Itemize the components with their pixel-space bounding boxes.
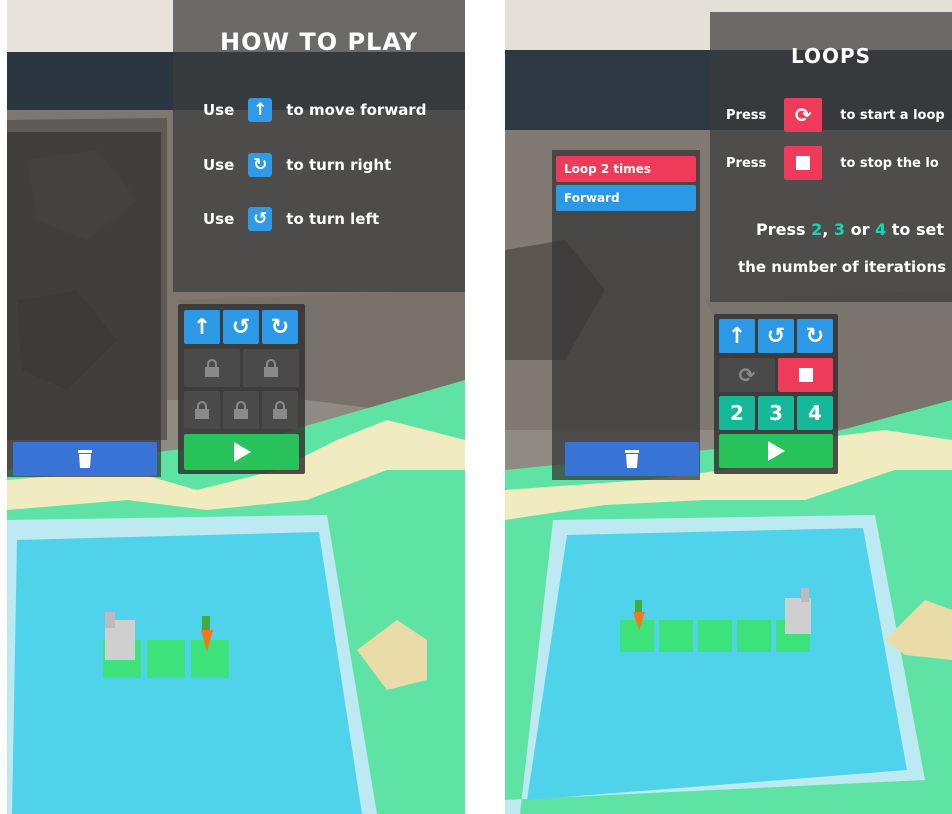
loop-icon: ⟳ bbox=[784, 98, 823, 132]
turn-right-icon: ↻ bbox=[805, 323, 825, 349]
instruction-row-stop-loop: Press to stop the lo bbox=[726, 146, 939, 180]
instruction-text: to move forward bbox=[286, 101, 427, 119]
hint-text: or bbox=[845, 220, 876, 239]
card-title: LOOPS bbox=[790, 44, 872, 68]
arrow-up-icon: ↑ bbox=[192, 314, 212, 340]
locked-slot bbox=[243, 349, 299, 387]
stop-icon bbox=[784, 146, 823, 180]
instruction-text: to stop the lo bbox=[840, 155, 939, 171]
loop-icon: ⟳ bbox=[738, 363, 756, 387]
play-icon bbox=[768, 441, 785, 461]
iterations-4-button[interactable]: 4 bbox=[797, 396, 833, 430]
iterations-3-button[interactable]: 3 bbox=[758, 396, 794, 430]
trash-button[interactable] bbox=[13, 442, 157, 476]
forward-button[interactable]: ↑ bbox=[184, 310, 220, 344]
instruction-row-forward: Use ↑ to move forward bbox=[203, 98, 426, 122]
turn-left-icon: ↺ bbox=[766, 323, 786, 349]
stop-loop-button[interactable] bbox=[778, 358, 833, 392]
lock-icon bbox=[205, 359, 219, 377]
instruction-row-turn-left: Use ↺ to turn left bbox=[203, 207, 379, 231]
run-button[interactable] bbox=[719, 434, 833, 468]
lock-icon bbox=[273, 401, 287, 419]
program-step-loop[interactable]: Loop 2 times bbox=[556, 156, 696, 182]
loop-button[interactable]: ⟳ bbox=[719, 358, 775, 392]
arrow-up-icon: ↑ bbox=[727, 323, 747, 349]
turn-right-icon: ↻ bbox=[248, 153, 273, 177]
lock-icon bbox=[264, 359, 278, 377]
instruction-prefix: Use bbox=[203, 156, 235, 174]
play-icon bbox=[233, 442, 251, 462]
instruction-prefix: Use bbox=[203, 210, 235, 228]
instruction-text: to turn right bbox=[286, 156, 392, 174]
locked-slot bbox=[184, 391, 220, 429]
trash-icon bbox=[625, 450, 639, 468]
iterations-hint-line-1: Press 2 , 3 or 4 to set bbox=[756, 220, 944, 239]
loops-card: LOOPS Press ⟳ to start a loop Press to s… bbox=[710, 12, 952, 302]
program-panel: Loop 2 times Forward bbox=[552, 150, 700, 480]
instruction-text: to start a loop bbox=[840, 107, 945, 123]
loops-screen: LOOPS Press ⟳ to start a loop Press to s… bbox=[505, 0, 952, 814]
hint-number-2: 2 bbox=[811, 220, 823, 239]
hint-number-3: 3 bbox=[833, 220, 846, 239]
lock-icon bbox=[195, 401, 209, 419]
turn-left-button[interactable]: ↺ bbox=[758, 319, 794, 353]
lock-icon bbox=[234, 401, 248, 419]
hint-number-4: 4 bbox=[875, 220, 887, 239]
instruction-row-start-loop: Press ⟳ to start a loop bbox=[726, 98, 945, 132]
hint-text: to set bbox=[886, 220, 945, 239]
instruction-prefix: Press bbox=[726, 107, 767, 123]
turn-right-icon: ↻ bbox=[270, 314, 290, 340]
forward-button[interactable]: ↑ bbox=[719, 319, 755, 353]
trash-button[interactable] bbox=[565, 442, 699, 476]
instruction-prefix: Press bbox=[726, 155, 767, 171]
instructions-card: HOW TO PLAY Use ↑ to move forward Use ↻ … bbox=[173, 0, 465, 292]
turn-left-icon: ↺ bbox=[231, 314, 251, 340]
arrow-up-icon: ↑ bbox=[248, 98, 273, 122]
hint-text: , bbox=[822, 220, 834, 239]
locked-slot bbox=[184, 349, 240, 387]
command-palette: ↑ ↺ ↻ bbox=[178, 304, 305, 474]
turn-right-button[interactable]: ↻ bbox=[262, 310, 298, 344]
instruction-row-turn-right: Use ↻ to turn right bbox=[203, 153, 391, 177]
iterations-2-button[interactable]: 2 bbox=[719, 396, 755, 430]
turn-right-button[interactable]: ↻ bbox=[797, 319, 833, 353]
trash-icon bbox=[78, 450, 92, 468]
stop-icon bbox=[798, 368, 813, 382]
turn-left-button[interactable]: ↺ bbox=[223, 310, 259, 344]
program-panel bbox=[7, 132, 161, 477]
run-button[interactable] bbox=[184, 434, 299, 470]
program-step-forward[interactable]: Forward bbox=[556, 185, 696, 211]
how-to-play-screen: HOW TO PLAY Use ↑ to move forward Use ↻ … bbox=[7, 0, 465, 814]
instruction-text: to turn left bbox=[286, 210, 380, 228]
locked-slot bbox=[223, 391, 259, 429]
hint-text: Press bbox=[756, 220, 812, 239]
command-palette: ↑ ↺ ↻ ⟳ 2 3 4 bbox=[714, 314, 838, 474]
turn-left-icon: ↺ bbox=[248, 207, 273, 231]
iterations-hint-line-2: the number of iterations bbox=[738, 258, 947, 276]
card-title: HOW TO PLAY bbox=[220, 28, 418, 56]
locked-slot bbox=[262, 391, 298, 429]
instruction-prefix: Use bbox=[203, 101, 235, 119]
